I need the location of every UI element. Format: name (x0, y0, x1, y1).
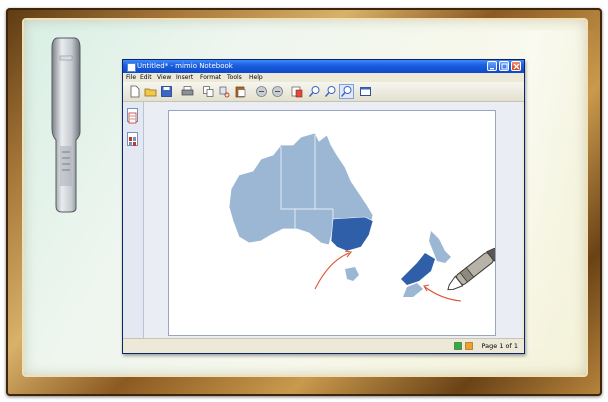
zoom-out-icon[interactable] (324, 85, 337, 98)
menu-file[interactable]: File (126, 73, 136, 82)
new-page-icon[interactable] (290, 85, 303, 98)
new-zealand-south-island[interactable] (403, 283, 423, 297)
maximize-icon (501, 63, 508, 70)
close-button[interactable] (511, 61, 521, 71)
open-folder-icon[interactable] (144, 85, 157, 98)
page-indicator: Page 1 of 1 (481, 342, 518, 350)
pages-icon (128, 112, 137, 124)
new-zealand-highlighted[interactable] (401, 253, 435, 285)
undo-icon[interactable] (255, 85, 268, 98)
new-document-icon[interactable] (128, 85, 141, 98)
toolbar (123, 82, 524, 102)
menu-edit[interactable]: Edit (140, 73, 152, 82)
arrow-to-nz (424, 286, 462, 302)
redo-icon[interactable] (271, 85, 284, 98)
app-icon (127, 63, 136, 72)
window-title: Untitled* - mimio Notebook (137, 62, 233, 70)
paste-icon[interactable] (234, 85, 247, 98)
screen-icon[interactable] (359, 85, 372, 98)
menu-bar: File Edit View Insert Format Tools Help (123, 73, 524, 82)
minimize-icon (490, 68, 494, 70)
app-window: Untitled* - mimio Notebook File Edit Vie… (122, 59, 525, 354)
zoom-in-icon[interactable] (308, 85, 321, 98)
gallery-tab[interactable] (127, 132, 138, 146)
minimize-button[interactable] (487, 61, 497, 71)
gallery-icon (129, 137, 136, 146)
pages-tab[interactable] (127, 108, 138, 124)
mimio-capture-bar-icon (51, 37, 81, 213)
menu-view[interactable]: View (157, 73, 171, 82)
zoom-fit-icon[interactable] (339, 84, 354, 99)
menu-insert[interactable]: Insert (176, 73, 193, 82)
tasmania-map[interactable] (345, 267, 359, 281)
side-panel (123, 102, 144, 338)
menu-tools[interactable]: Tools (227, 73, 242, 82)
status-bar: Page 1 of 1 (123, 338, 524, 353)
page-drawing (228, 132, 500, 302)
print-icon[interactable] (181, 85, 194, 98)
close-icon (513, 63, 520, 70)
arrow-to-state (314, 252, 350, 290)
menu-format[interactable]: Format (200, 73, 221, 82)
notebook-page[interactable] (168, 110, 500, 336)
menu-help[interactable]: Help (249, 73, 263, 82)
title-bar[interactable]: Untitled* - mimio Notebook (123, 60, 524, 73)
marker-pen-icon (447, 247, 500, 291)
status-green-icon[interactable] (454, 342, 462, 350)
highlighted-state[interactable] (330, 216, 374, 252)
cut-icon[interactable] (218, 85, 231, 98)
status-orange-icon[interactable] (465, 342, 473, 350)
copy-icon[interactable] (202, 85, 215, 98)
save-disk-icon[interactable] (160, 85, 173, 98)
canvas-area[interactable] (144, 102, 522, 338)
maximize-button[interactable] (499, 61, 509, 71)
